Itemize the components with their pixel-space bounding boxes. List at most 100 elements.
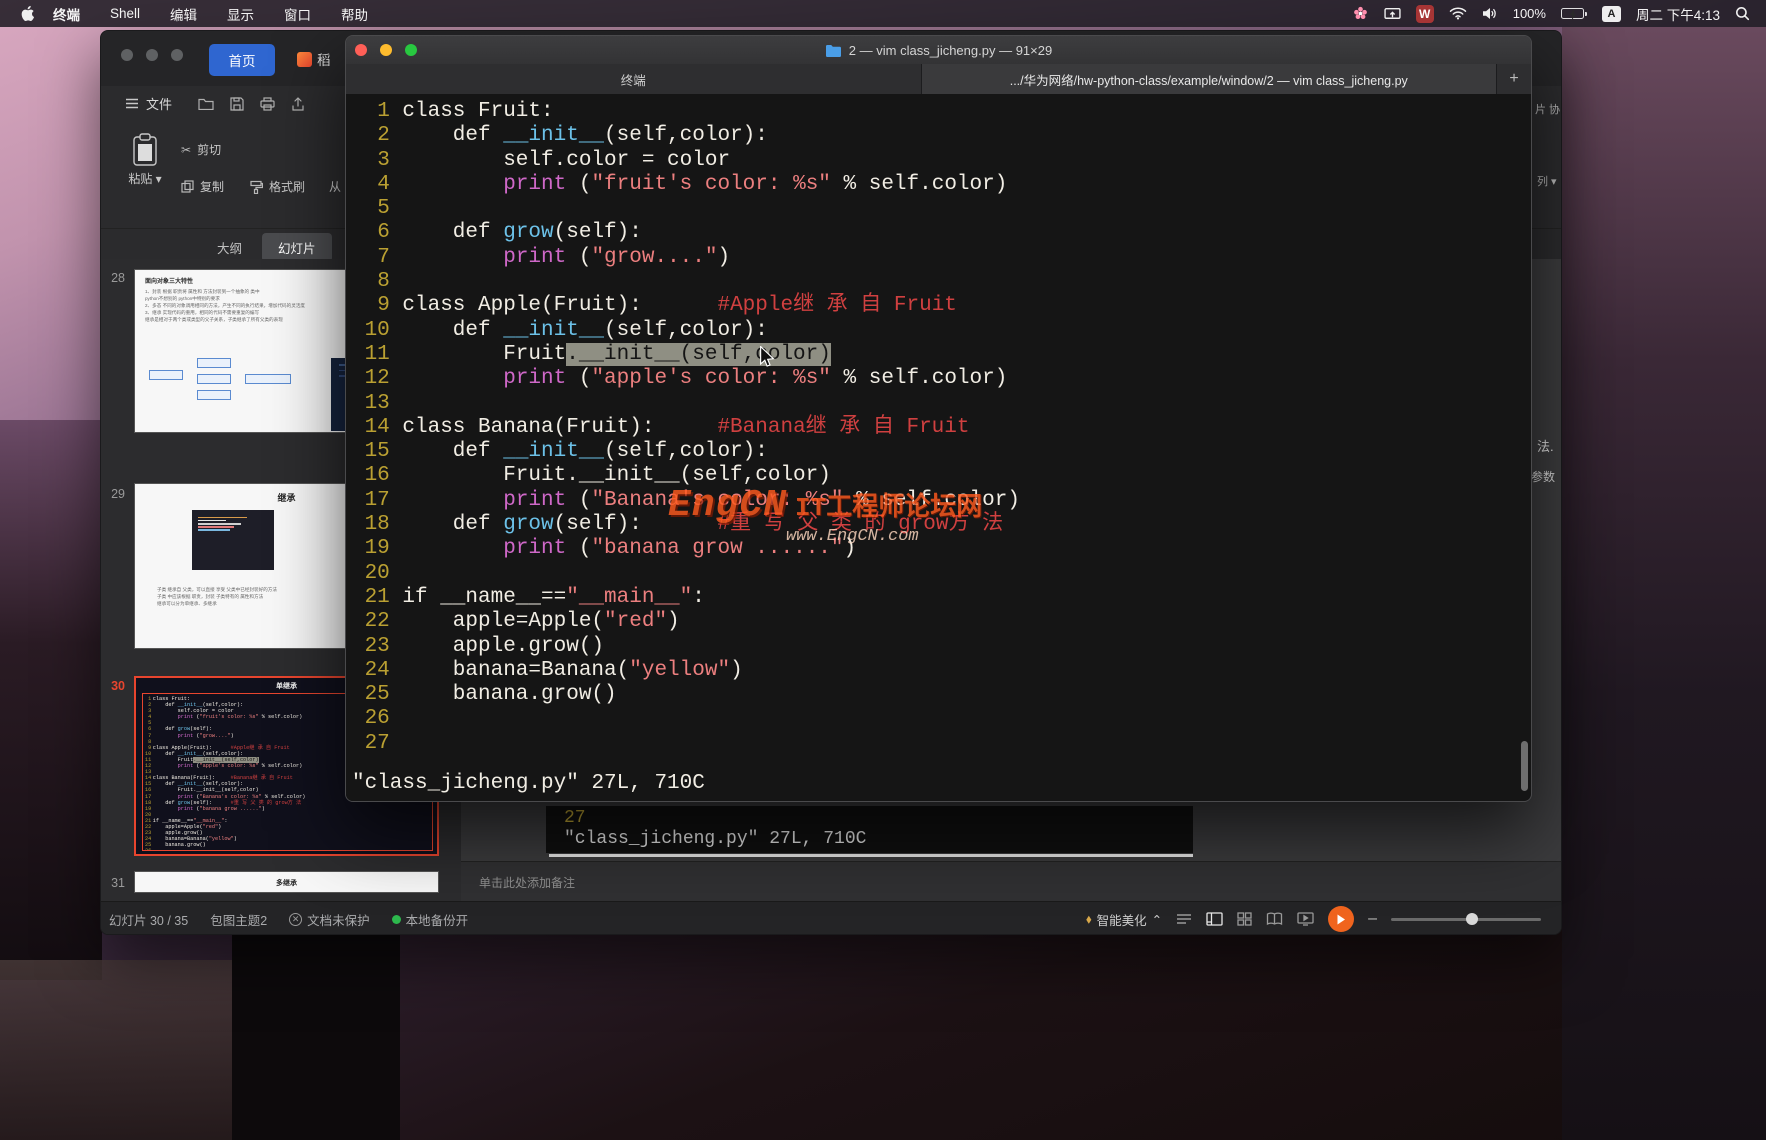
- presenter-view-icon[interactable]: [1297, 912, 1314, 926]
- thumb-31-number: 31: [103, 876, 125, 890]
- diagram-box: [197, 374, 231, 384]
- vim-status-line: "class_jicheng.py" 27L, 710C: [352, 772, 705, 795]
- zoom-slider[interactable]: [1391, 918, 1541, 921]
- diagram-box: [197, 358, 231, 368]
- terminal-tab-1[interactable]: 终端: [346, 64, 922, 94]
- notes-placeholder: 单击此处添加备注: [479, 876, 575, 890]
- vim-code: 1class Fruit:2 def __init__(self,color):…: [352, 100, 1531, 756]
- menu-help[interactable]: 帮助: [341, 4, 368, 24]
- wallpaper-rock: [232, 935, 400, 1140]
- docer-icon: [297, 52, 312, 67]
- mouse-cursor: [759, 346, 775, 375]
- slide-sorter-view-icon[interactable]: [1237, 912, 1252, 926]
- battery-percent: 100%: [1513, 6, 1546, 21]
- scissors-icon: ✂: [181, 143, 191, 157]
- slide-counter: 幻灯片 30 / 35: [109, 910, 188, 929]
- share-icon[interactable]: [291, 97, 305, 111]
- apple-menu-icon[interactable]: [20, 5, 35, 22]
- battery-icon[interactable]: [1561, 8, 1587, 19]
- diagram-box: [149, 370, 183, 380]
- slide-edge-fragment-a: 法.: [1537, 436, 1554, 455]
- volume-icon[interactable]: [1482, 7, 1498, 20]
- menubar-clock[interactable]: 周二 下午4:13: [1636, 4, 1720, 24]
- notes-area[interactable]: 单击此处添加备注: [461, 861, 1562, 901]
- terminal-zoom-button[interactable]: [405, 44, 417, 56]
- save-icon[interactable]: [230, 97, 244, 111]
- backup-icon: [392, 915, 401, 924]
- presentation-statusbar: 幻灯片 30 / 35 包图主题2 ✕ 文档未保护 本地备份开 ⬧ 智能美化 ⌃: [101, 901, 1561, 935]
- cut-button[interactable]: ✂ 剪切: [181, 141, 221, 158]
- smart-beautify-button[interactable]: ⬧ 智能美化 ⌃: [1086, 910, 1162, 929]
- terminal-window: 2 — vim class_jicheng.py — 91×29 终端 .../…: [345, 35, 1532, 802]
- thumb-28-number: 28: [103, 271, 125, 285]
- wps-icon[interactable]: W: [1416, 5, 1434, 23]
- brush-icon: [249, 180, 263, 194]
- tab-outline[interactable]: 大纲: [201, 233, 258, 262]
- slide-strip-status: "class_jicheng.py" 27L, 710C: [564, 829, 866, 849]
- copy-button[interactable]: 复制: [181, 178, 224, 195]
- backup-status[interactable]: 本地备份开: [392, 910, 469, 929]
- ribbon-edge-fragment-top: 片 协: [1535, 101, 1560, 117]
- print-icon[interactable]: [260, 97, 275, 111]
- reading-view-icon[interactable]: [1266, 912, 1283, 926]
- menu-shell[interactable]: Shell: [110, 6, 140, 21]
- ppt-zoom-button[interactable]: [171, 49, 183, 61]
- paste-button[interactable]: 粘贴 ▾: [121, 133, 169, 187]
- wallpaper-mountains-right: [1562, 27, 1766, 1140]
- slide-code-image-bottom: 27 "class_jicheng.py" 27L, 710C: [546, 806, 1193, 853]
- thumbnail-slide-31[interactable]: 多继承: [134, 871, 439, 893]
- folder-icon: [825, 44, 842, 57]
- menu-view[interactable]: 显示: [227, 4, 254, 24]
- slide-strip-line-number: 27: [564, 808, 586, 828]
- slideshow-play-button[interactable]: [1328, 906, 1354, 932]
- clipboard-icon: [130, 133, 160, 167]
- menu-window[interactable]: 窗口: [284, 4, 311, 24]
- notes-toggle-icon[interactable]: [1176, 913, 1192, 925]
- wifi-icon[interactable]: [1449, 7, 1467, 20]
- open-folder-icon[interactable]: [198, 97, 214, 111]
- zoom-slider-handle[interactable]: [1466, 913, 1478, 925]
- terminal-tab-bar: 终端 .../华为网络/hw-python-class/example/wind…: [346, 64, 1531, 94]
- format-painter-button[interactable]: 格式刷: [249, 178, 305, 195]
- play-icon: [1336, 914, 1346, 925]
- input-source-icon[interactable]: A: [1602, 6, 1621, 22]
- ppt-minimize-button[interactable]: [146, 49, 158, 61]
- panel-tabs: 大纲 幻灯片: [201, 233, 332, 262]
- terminal-titlebar[interactable]: 2 — vim class_jicheng.py — 91×29: [346, 36, 1531, 64]
- terminal-title: 2 — vim class_jicheng.py — 91×29: [849, 43, 1052, 58]
- vim-editor[interactable]: 1class Fruit:2 def __init__(self,color):…: [346, 94, 1531, 802]
- menu-edit[interactable]: 编辑: [170, 4, 197, 24]
- protection-status[interactable]: ✕ 文档未保护: [289, 910, 370, 929]
- protection-icon: ✕: [289, 913, 302, 926]
- normal-view-icon[interactable]: [1206, 912, 1223, 926]
- thumb-29-number: 29: [103, 487, 125, 501]
- diagram-box: [245, 374, 291, 384]
- zoom-minus-button[interactable]: –: [1368, 910, 1377, 928]
- new-tab-button[interactable]: +: [1497, 64, 1531, 94]
- display-icon[interactable]: [1384, 7, 1401, 21]
- thumb-30-number: 30: [103, 679, 125, 693]
- theme-label[interactable]: 包图主题2: [210, 910, 267, 929]
- tab-slides[interactable]: 幻灯片: [262, 233, 332, 262]
- flower-icon[interactable]: [1352, 5, 1369, 22]
- slide-edge-fragment-b: 参数: [1531, 468, 1555, 485]
- spotlight-search-icon[interactable]: [1735, 6, 1750, 21]
- terminal-minimize-button[interactable]: [380, 44, 392, 56]
- wallpaper-terrain: [0, 960, 235, 1140]
- thumb-29-codebox: [192, 510, 274, 570]
- ribbon-tab-docer[interactable]: 稻: [297, 49, 331, 69]
- slide-image-edge: [549, 854, 1193, 857]
- wallpaper-mountains-left: [0, 420, 102, 980]
- diagram-box: [197, 390, 231, 400]
- terminal-close-button[interactable]: [355, 44, 367, 56]
- terminal-tab-2[interactable]: .../华为网络/hw-python-class/example/window/…: [922, 64, 1498, 94]
- ppt-close-button[interactable]: [121, 49, 133, 61]
- ribbon-edge-fragment-mid: 列 ▾: [1537, 173, 1557, 189]
- menu-bar: 终端 Shell 编辑 显示 窗口 帮助 W 100% A 周二 下午4:13: [0, 0, 1766, 27]
- ribbon-tab-home[interactable]: 首页: [209, 44, 275, 76]
- file-menu-button[interactable]: 文件: [125, 94, 172, 113]
- menubar-app-name[interactable]: 终端: [53, 4, 80, 24]
- copy-icon: [181, 180, 194, 193]
- beautify-caret-icon: ⌃: [1152, 912, 1162, 927]
- terminal-scrollbar[interactable]: [1521, 741, 1528, 791]
